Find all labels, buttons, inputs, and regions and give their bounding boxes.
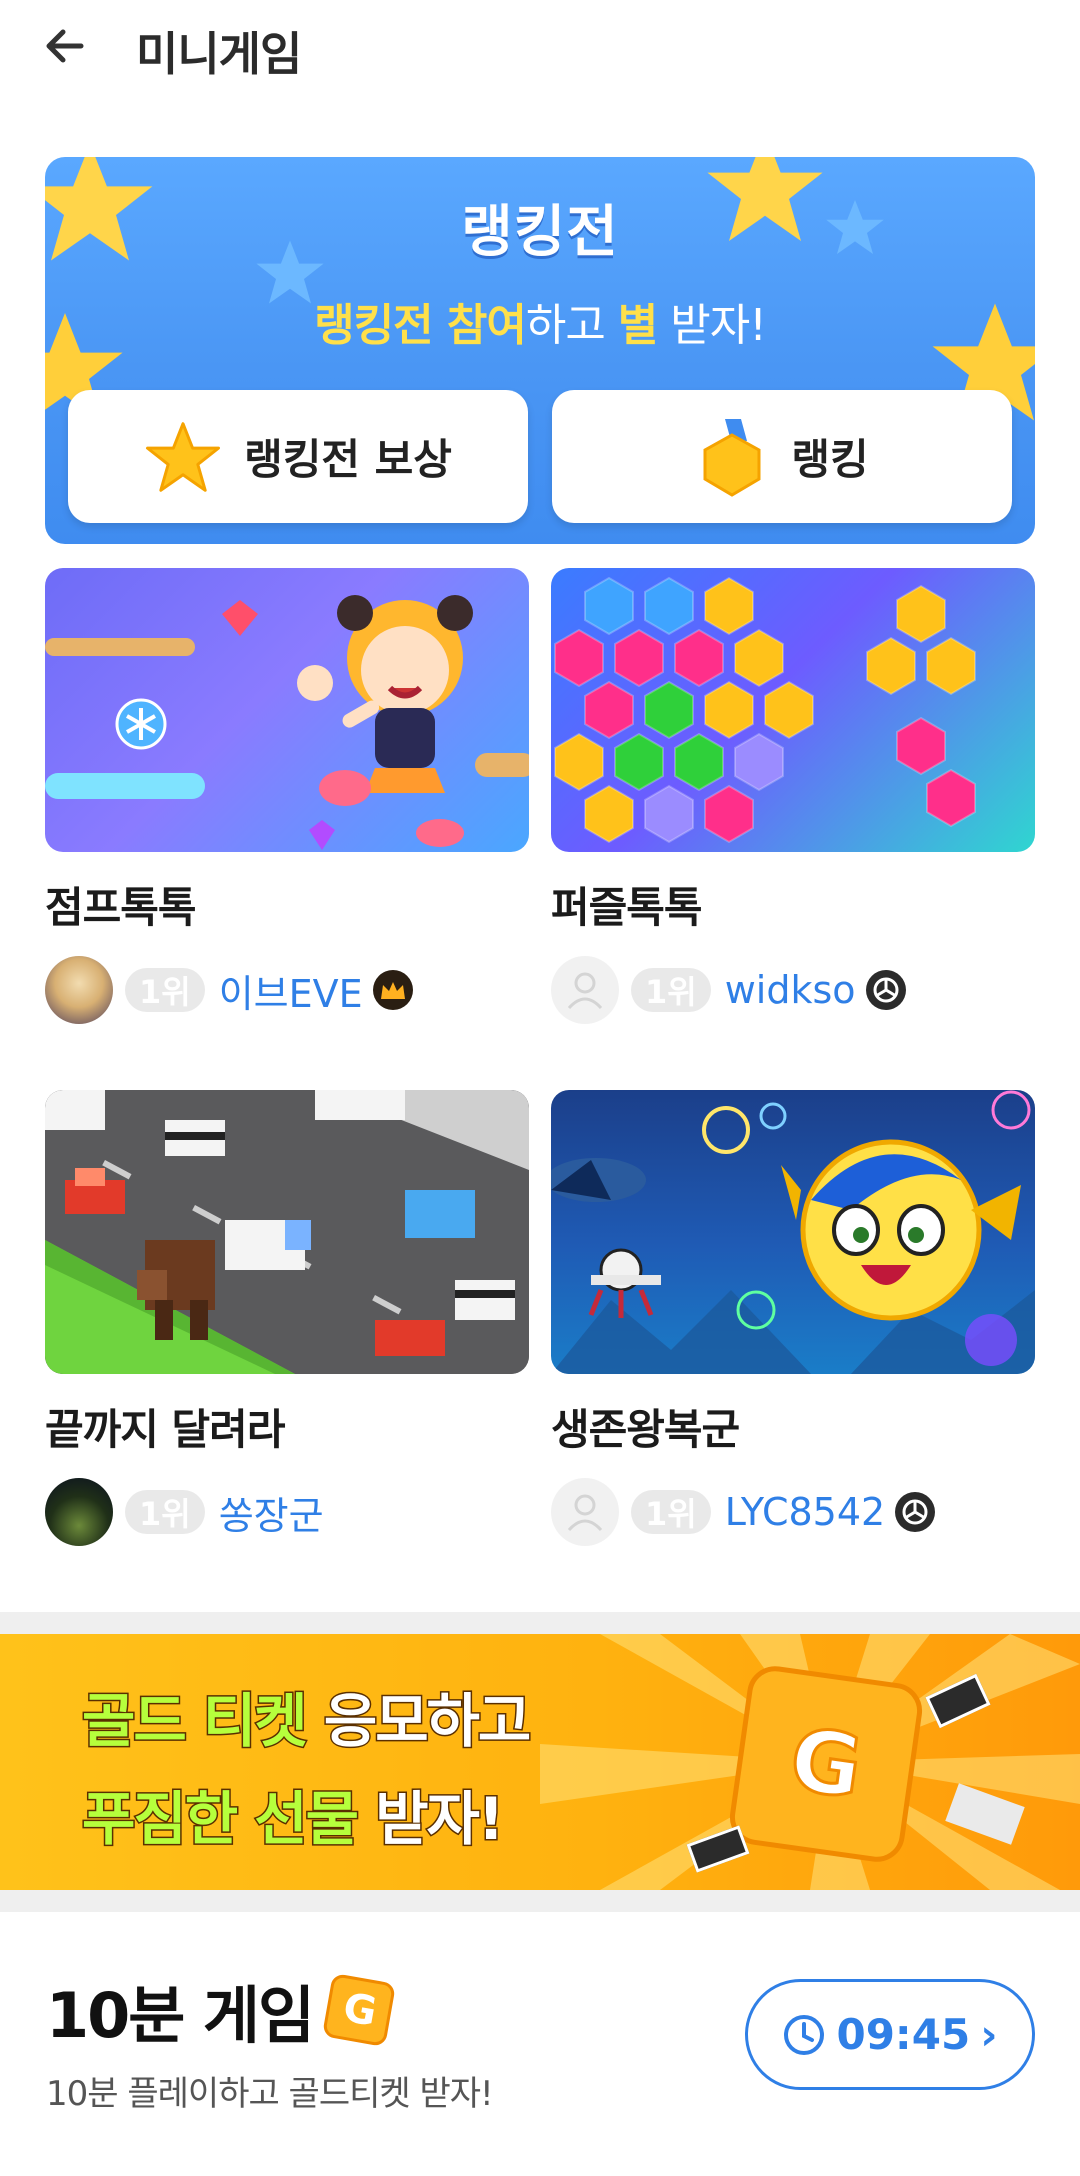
clock-icon [784, 2014, 825, 2055]
ranking-reward-button[interactable]: 랭킹전 보상 [68, 390, 528, 523]
game-thumbnail[interactable] [45, 1090, 529, 1374]
chevron-right-icon: › [980, 2010, 998, 2059]
snowflake-icon [115, 698, 167, 750]
shield-badge-icon [865, 970, 906, 1010]
gold-banner-line-1: 골드 티켓 응모하고 [81, 1686, 533, 1757]
ten-minute-game-title: 10분 게임 G [46, 1965, 397, 2055]
game-title: 끝까지 달려라 [45, 1405, 285, 1454]
back-button[interactable] [30, 14, 100, 78]
rank-badge: 1위 [125, 968, 205, 1012]
default-avatar-icon[interactable] [551, 956, 619, 1024]
ranker-name: widkso [724, 968, 856, 1012]
shield-badge-icon [895, 1492, 936, 1532]
gold-banner-line-2: 푸짐한 선물 받자! [81, 1784, 506, 1855]
rank-badge: 1위 [631, 968, 711, 1012]
game-card-puzzle[interactable]: 퍼즐톡톡 1위 widkso [551, 568, 1035, 1038]
game-thumbnail[interactable] [45, 568, 529, 852]
pufferfish-scene-icon [551, 1090, 1035, 1374]
default-avatar-icon[interactable] [551, 1478, 619, 1546]
avatar[interactable] [45, 1478, 113, 1546]
ranking-label: 랭킹 [791, 435, 869, 484]
game-card-survival[interactable]: 생존왕복군 1위 LYC8542 [551, 1090, 1035, 1560]
gold-ticket-icon: G [321, 1972, 397, 2048]
ranking-button[interactable]: 랭킹 [552, 390, 1012, 523]
rank-badge: 1위 [631, 1490, 711, 1534]
section-divider [0, 1612, 1080, 1634]
ranking-banner[interactable]: 랭킹전 랭킹전 참여하고 별 받자! 랭킹전 보상 랭킹 [45, 157, 1035, 544]
game-thumbnail[interactable] [551, 568, 1035, 852]
game-card-jump[interactable]: 점프톡톡 1위 이브EVE [45, 568, 529, 1038]
game-title: 생존왕복군 [551, 1405, 740, 1454]
gold-ticket-icon: G [726, 1662, 926, 1866]
game-card-run[interactable]: 끝까지 달려라 1위 쏭장군 [45, 1090, 529, 1560]
top-ranker[interactable]: 1위 쏭장군 [45, 1477, 324, 1547]
game-title: 점프톡톡 [45, 883, 197, 932]
gold-ticket-banner[interactable]: 골드 티켓 응모하고 푸짐한 선물 받자! G [0, 1634, 1080, 1890]
ranking-subtitle: 랭킹전 참여하고 별 받자! [314, 300, 767, 351]
gem-icon [222, 600, 258, 636]
page-title: 미니게임 [136, 27, 302, 81]
top-ranker[interactable]: 1위 widkso [551, 955, 906, 1025]
top-ranker[interactable]: 1위 LYC8542 [551, 1477, 936, 1547]
game-thumbnail[interactable] [551, 1090, 1035, 1374]
rank-badge: 1위 [125, 1490, 205, 1534]
ranking-reward-label: 랭킹전 보상 [244, 435, 452, 484]
crown-badge-icon [372, 970, 413, 1010]
top-ranker[interactable]: 1위 이브EVE [45, 955, 413, 1025]
ranking-title: 랭킹전 [461, 200, 619, 265]
ten-minute-game-subtitle: 10분 플레이하고 골드티켓 받자! [46, 2074, 494, 2114]
ranker-name: 이브EVE [218, 971, 363, 1016]
gem-icon [309, 820, 335, 850]
avatar[interactable] [45, 956, 113, 1024]
ranker-name: 쏭장군 [218, 1493, 324, 1538]
character-girl-icon [297, 595, 473, 847]
medal-icon [703, 418, 761, 497]
section-divider [0, 1890, 1080, 1912]
hexagon-board-icon [554, 576, 976, 844]
timer-value: 09:45 [836, 2010, 971, 2059]
star-icon [146, 421, 221, 492]
road-scene-icon [45, 1090, 529, 1374]
arrow-left-icon [46, 29, 84, 63]
timer-button[interactable]: 09:45 › [745, 1979, 1035, 2090]
game-title: 퍼즐톡톡 [551, 883, 703, 932]
app-header: 미니게임 [0, 0, 1080, 92]
ranker-name: LYC8542 [724, 1490, 886, 1534]
